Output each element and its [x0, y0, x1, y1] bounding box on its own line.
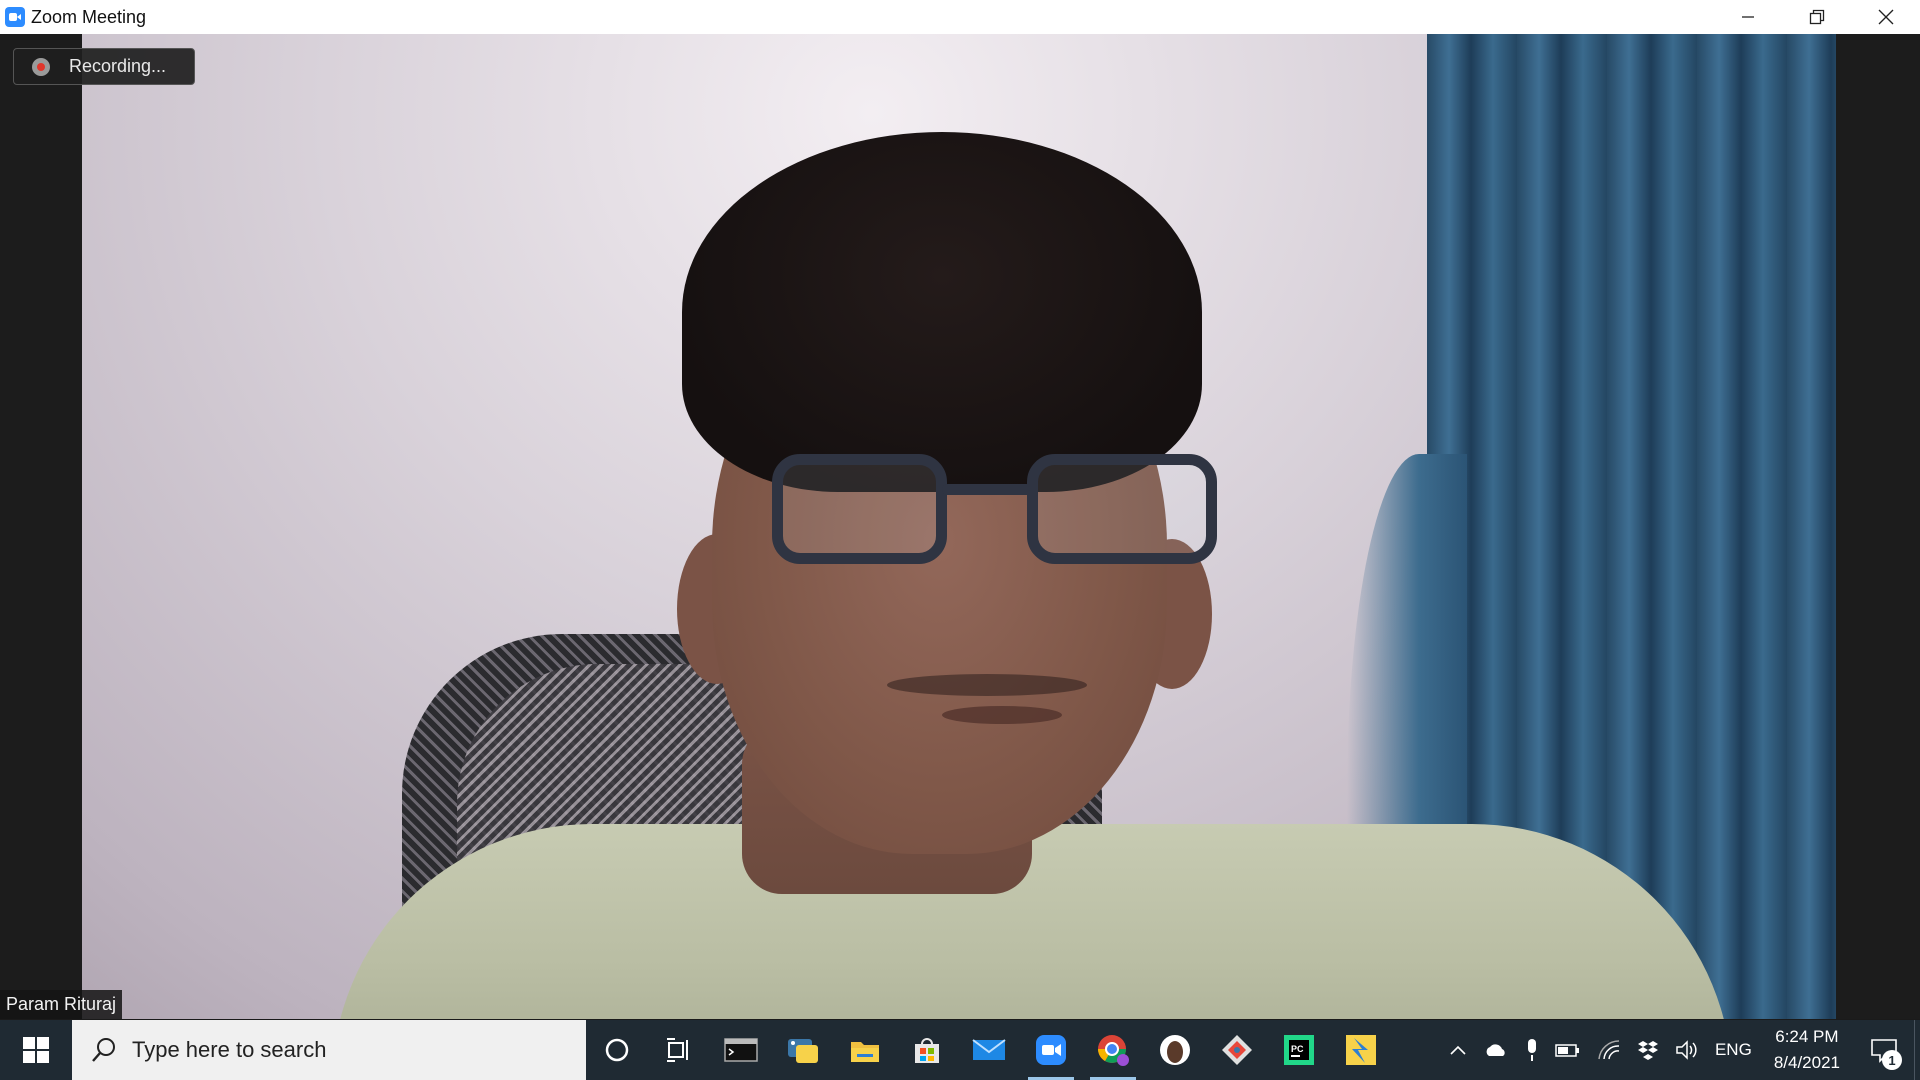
microphone-icon — [1527, 1039, 1536, 1061]
video-area[interactable] — [0, 34, 1920, 1019]
chrome-icon — [1098, 1035, 1129, 1066]
inkscape-app[interactable] — [1144, 1020, 1206, 1080]
terminal-app[interactable] — [710, 1020, 772, 1080]
dropbox-button[interactable] — [1629, 1020, 1667, 1080]
svg-text:PC: PC — [1291, 1044, 1304, 1054]
participant-name-label: Param Rituraj — [0, 990, 123, 1019]
jupyter-app[interactable] — [1330, 1020, 1392, 1080]
microphone-button[interactable] — [1517, 1020, 1547, 1080]
participant-mouth — [942, 706, 1062, 724]
window-title: Zoom Meeting — [31, 6, 147, 27]
zoom-app[interactable] — [1020, 1020, 1082, 1080]
restore-button[interactable] — [1782, 0, 1851, 34]
participant-glasses — [772, 454, 1232, 574]
recording-label: Recording... — [69, 56, 167, 76]
volume-button[interactable] — [1667, 1020, 1707, 1080]
windows-taskbar: Type here to search PC ENG 6:24 PM 8/4/2… — [0, 1020, 1920, 1080]
task-view-icon — [667, 1038, 688, 1062]
inkscape-icon — [1160, 1035, 1190, 1065]
notification-count: 1 — [1882, 1050, 1902, 1070]
volume-icon — [1676, 1040, 1697, 1060]
microsoft-store-app[interactable] — [896, 1020, 958, 1080]
show-desktop-button[interactable] — [1914, 1020, 1920, 1080]
participant-mustache — [887, 674, 1087, 696]
onedrive-icon — [1486, 1044, 1505, 1056]
file-explorer-icon — [851, 1042, 879, 1062]
record-icon — [32, 57, 50, 76]
action-center-button[interactable]: 1 — [1854, 1020, 1914, 1080]
search-icon — [92, 1038, 115, 1062]
close-icon — [1878, 9, 1893, 25]
minimize-icon — [1741, 16, 1754, 18]
battery-button[interactable] — [1547, 1020, 1589, 1080]
search-placeholder: Type here to search — [132, 1037, 327, 1062]
clock-time: 6:24 PM — [1775, 1027, 1839, 1046]
zoom-icon — [5, 7, 25, 27]
mail-app[interactable] — [958, 1020, 1020, 1080]
participant-shirt — [332, 824, 1732, 1019]
dropbox-icon — [1637, 1041, 1658, 1060]
clock[interactable]: 6:24 PM 8/4/2021 — [1760, 1024, 1854, 1076]
git-app[interactable] — [1206, 1020, 1268, 1080]
system-tray: ENG 6:24 PM 8/4/2021 1 — [1441, 1020, 1920, 1080]
microsoft-store-icon — [915, 1038, 939, 1063]
language-indicator[interactable]: ENG — [1707, 1020, 1760, 1080]
git-icon — [1222, 1035, 1252, 1065]
participant-video — [82, 34, 1836, 1019]
search-box[interactable]: Type here to search — [72, 1020, 586, 1080]
pycharm-icon: PC — [1284, 1035, 1314, 1065]
clock-date: 8/4/2021 — [1773, 1053, 1840, 1072]
chevron-up-icon — [1450, 1045, 1466, 1055]
title-bar: Zoom Meeting — [0, 0, 1920, 34]
show-hidden-icons-button[interactable] — [1441, 1020, 1475, 1080]
task-view-button[interactable] — [648, 1020, 710, 1080]
close-button[interactable] — [1851, 0, 1920, 34]
wifi-icon — [1598, 1040, 1620, 1060]
windows-logo-icon — [23, 1037, 49, 1063]
cortana-icon — [605, 1038, 629, 1062]
participant-hair — [682, 132, 1202, 492]
recording-indicator[interactable]: Recording... — [13, 48, 195, 85]
python-icon — [788, 1039, 818, 1063]
zoom-icon — [1036, 1035, 1066, 1065]
mail-icon — [972, 1039, 1006, 1060]
minimize-button[interactable] — [1713, 0, 1782, 34]
python-app[interactable] — [772, 1020, 834, 1080]
start-button[interactable] — [0, 1020, 72, 1080]
battery-icon — [1555, 1044, 1579, 1057]
terminal-icon — [724, 1038, 758, 1062]
chrome-app[interactable] — [1082, 1020, 1144, 1080]
file-explorer-app[interactable] — [834, 1020, 896, 1080]
onedrive-button[interactable] — [1475, 1020, 1517, 1080]
network-button[interactable] — [1589, 1020, 1629, 1080]
window-controls — [1713, 0, 1920, 34]
restore-icon — [1809, 9, 1824, 25]
cortana-button[interactable] — [586, 1020, 648, 1080]
pycharm-app[interactable]: PC — [1268, 1020, 1330, 1080]
jupyter-icon — [1346, 1035, 1376, 1065]
